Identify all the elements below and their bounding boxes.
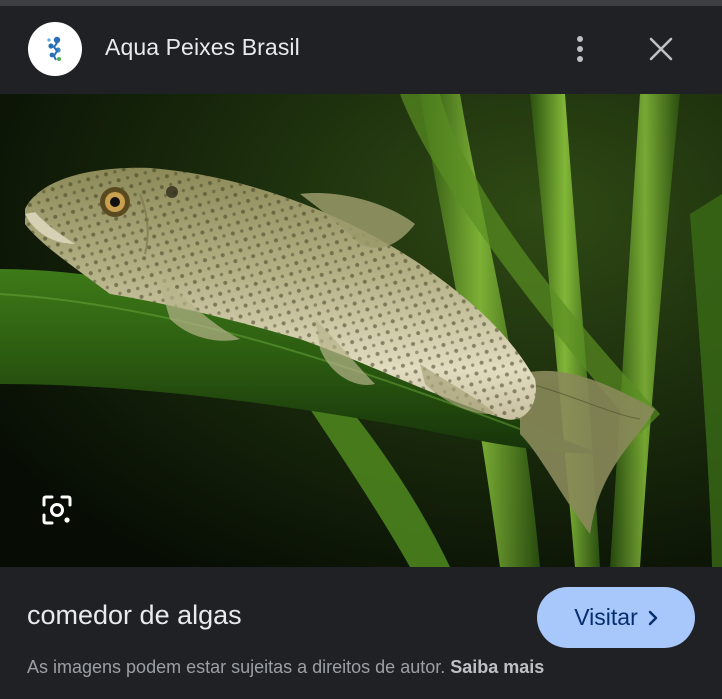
panel-header: Aqua Peixes Brasil [0,6,722,94]
close-button[interactable] [640,28,682,70]
image-caption[interactable]: comedor de algas [27,600,242,631]
fish-on-leaf-photo [0,94,722,567]
more-vertical-icon [577,36,583,62]
close-icon [649,37,673,61]
visit-button[interactable]: Visitar [537,587,695,648]
learn-more-link[interactable]: Saiba mais [450,657,544,677]
site-avatar[interactable] [28,22,82,76]
more-options-button[interactable] [560,28,600,70]
preview-image[interactable] [0,94,722,567]
copyright-notice: As imagens podem estar sujeitas a direit… [27,657,544,678]
google-lens-icon [42,495,72,525]
chevron-right-icon [648,610,657,625]
result-footer: comedor de algas Visitar As imagens pode… [0,567,722,699]
aquarium-logo-icon [47,36,61,61]
google-lens-button[interactable] [28,486,86,534]
visit-button-label: Visitar [574,604,638,630]
copyright-text: As imagens podem estar sujeitas a direit… [27,657,451,677]
site-name[interactable]: Aqua Peixes Brasil [105,34,300,61]
